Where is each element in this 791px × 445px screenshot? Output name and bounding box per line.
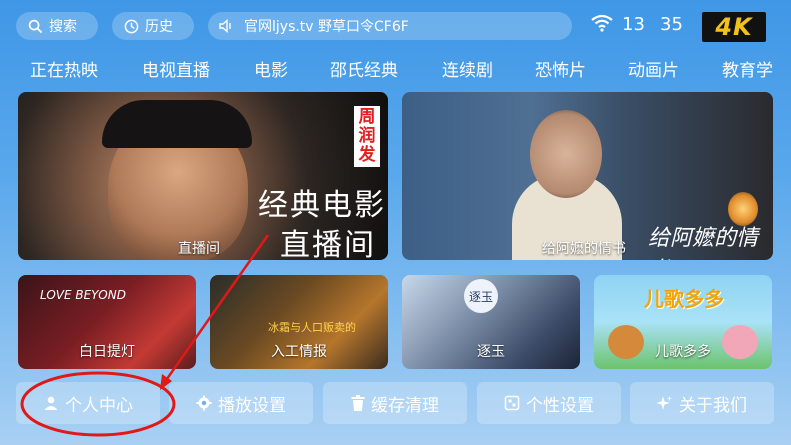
notice-bar: 官网ljys.tv 野草口令CF6F <box>208 12 572 40</box>
cache-clear-label: 缓存清理 <box>371 395 439 416</box>
nav-item-animation[interactable]: 动画片 <box>628 56 679 81</box>
sparkle-icon <box>657 395 673 411</box>
poster-actor-name: 周润发 <box>354 106 380 167</box>
trash-icon <box>351 395 365 411</box>
personal-settings-button[interactable]: 个性设置 <box>477 382 621 424</box>
nav-item-now-showing[interactable]: 正在热映 <box>30 56 98 81</box>
clock-minute: 35 <box>660 14 683 35</box>
nav-item-series[interactable]: 连续剧 <box>442 56 493 81</box>
card-live-room[interactable]: 周润发 经典电影 直播间 直播间 <box>18 92 388 260</box>
clock-icon <box>124 19 139 34</box>
clock-hour: 13 <box>622 14 645 35</box>
notice-text: 官网ljys.tv 野草口令CF6F <box>244 19 409 35</box>
card-label: 儿歌多多 <box>655 344 711 360</box>
profile-button[interactable]: 个人中心 <box>16 382 160 424</box>
play-settings-label: 播放设置 <box>218 395 286 416</box>
nav-item-education[interactable]: 教育学 <box>722 56 773 81</box>
card-zhu-yu[interactable]: 逐玉 逐玉 <box>402 275 580 369</box>
card-label: 白日提灯 <box>79 344 135 360</box>
card-letter-to-grandma[interactable]: 给阿嬷的情书 给阿嬷的情书 <box>402 92 773 260</box>
custom-icon <box>504 395 520 411</box>
speaker-icon <box>218 18 234 34</box>
history-button[interactable]: 历史 <box>112 12 194 40</box>
card-label: 入工情报 <box>271 344 327 360</box>
history-label: 历史 <box>145 19 173 35</box>
search-icon <box>28 19 43 34</box>
4k-badge: 4K <box>702 12 766 42</box>
poster-logo: LOVE BEYOND <box>40 288 126 302</box>
card-kids-songs[interactable]: 儿歌多多 儿歌多多 <box>594 275 772 369</box>
poster-promo: 冰霜与人口贩卖的 <box>268 321 356 334</box>
wifi-icon <box>590 14 614 32</box>
nav-item-shaw-classic[interactable]: 邵氏经典 <box>330 56 398 81</box>
category-nav: 正在热映 电视直播 电影 邵氏经典 连续剧 恐怖片 动画片 教育学 <box>30 56 790 82</box>
search-button[interactable]: 搜索 <box>16 12 98 40</box>
poster-face <box>530 110 602 198</box>
poster-title-line1: 经典电影 <box>258 188 386 223</box>
search-label: 搜索 <box>49 19 77 35</box>
gear-icon <box>196 395 212 411</box>
nav-item-horror[interactable]: 恐怖片 <box>535 56 586 81</box>
card-label: 直播间 <box>178 241 220 257</box>
nav-item-tv-live[interactable]: 电视直播 <box>142 56 210 81</box>
about-button[interactable]: 关于我们 <box>630 382 774 424</box>
profile-label: 个人中心 <box>65 395 133 416</box>
poster-hair <box>102 100 252 148</box>
poster-kids-title: 儿歌多多 <box>644 287 724 311</box>
person-icon <box>43 395 59 411</box>
card-human-intel[interactable]: 冰霜与人口贩卖的 入工情报 <box>210 275 388 369</box>
card-daytime-lantern[interactable]: LOVE BEYOND 白日提灯 <box>18 275 196 369</box>
poster-moon-title: 逐玉 <box>464 279 498 313</box>
card-label: 逐玉 <box>477 344 505 360</box>
about-label: 关于我们 <box>679 395 747 416</box>
cache-clear-button[interactable]: 缓存清理 <box>323 382 467 424</box>
poster-title-line2: 直播间 <box>280 228 376 260</box>
personal-settings-label: 个性设置 <box>526 395 594 416</box>
card-label: 给阿嬷的情书 <box>542 241 626 257</box>
play-settings-button[interactable]: 播放设置 <box>169 382 313 424</box>
nav-item-movies[interactable]: 电影 <box>254 56 288 81</box>
poster-calligraphy: 给阿嬷的情书 <box>648 226 759 260</box>
